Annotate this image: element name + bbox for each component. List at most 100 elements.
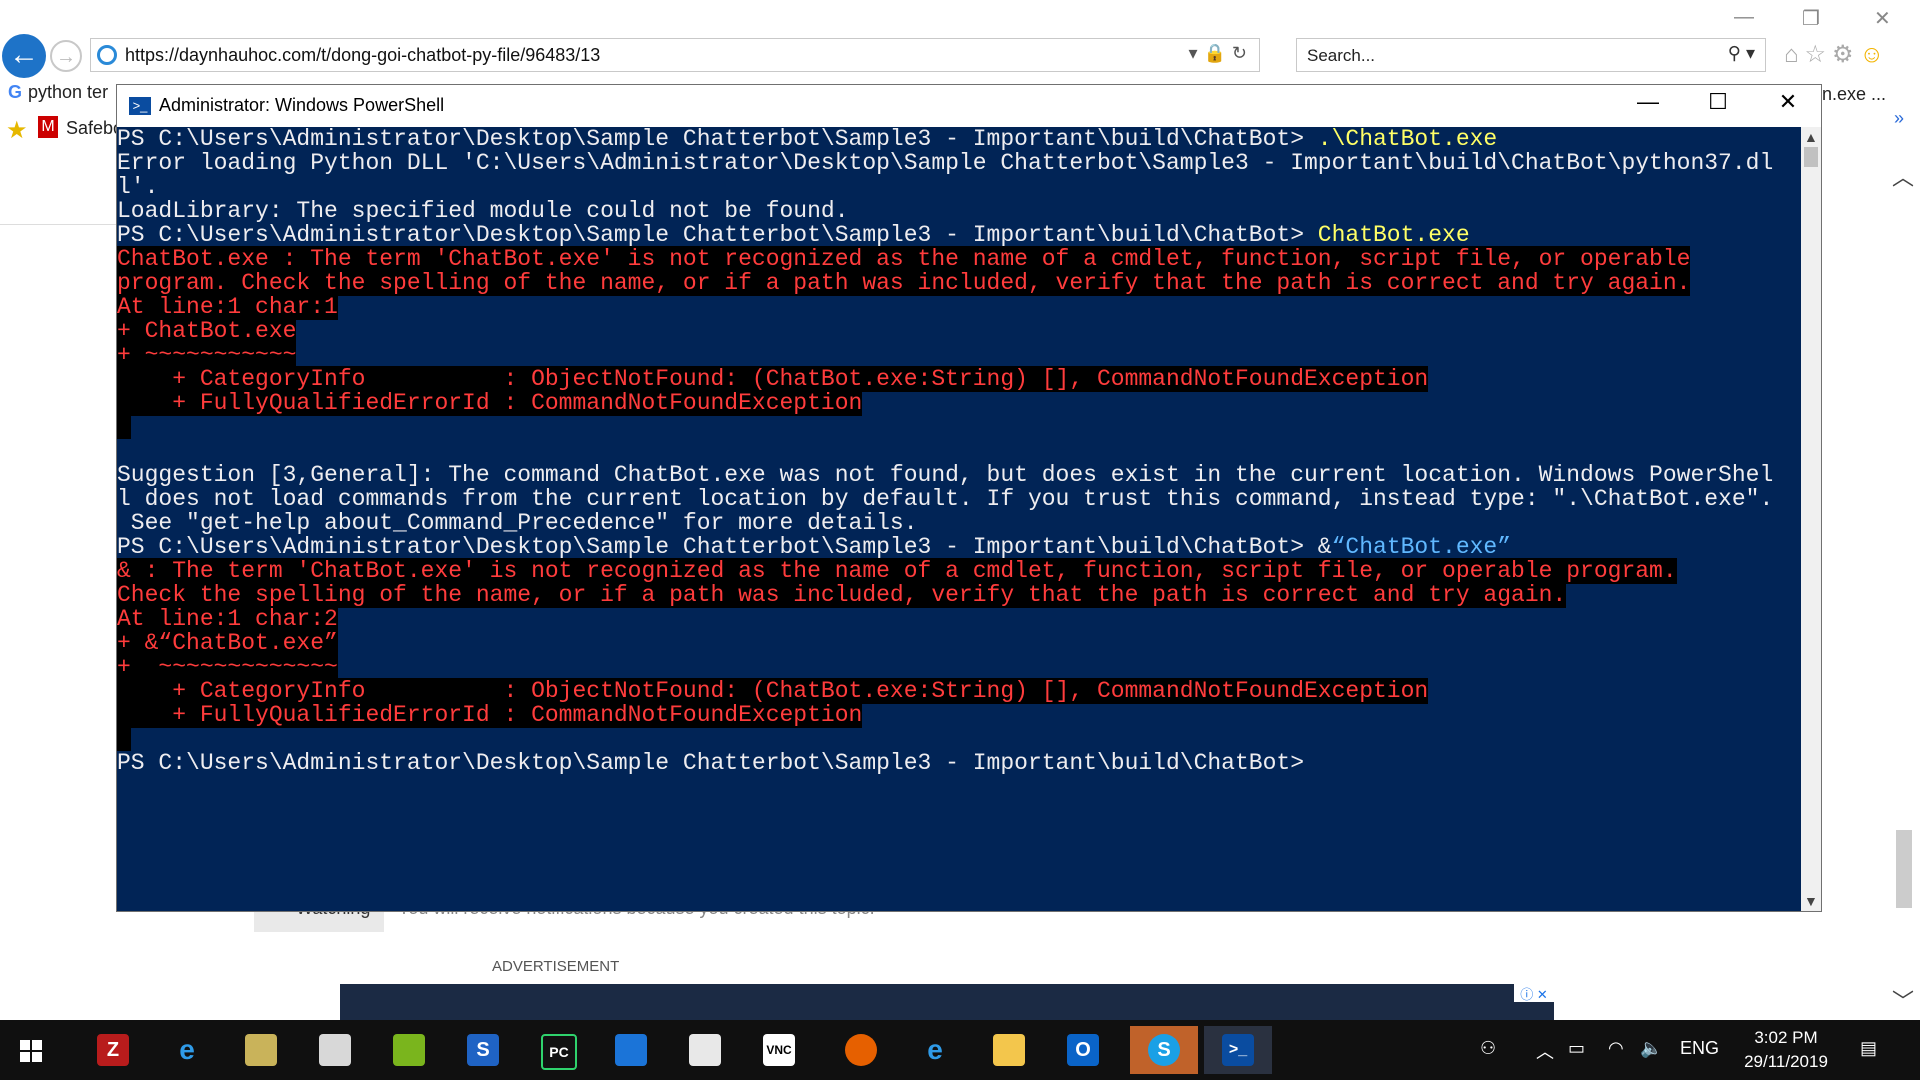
search-box[interactable]: Search... ⚲ ▾	[1296, 38, 1766, 72]
current-prompt[interactable]: PS C:\Users\Administrator\Desktop\Sample…	[117, 751, 1304, 775]
suggestion-line: l does not load commands from the curren…	[117, 486, 1774, 512]
file-explorer-icon	[993, 1034, 1025, 1066]
lock-icon[interactable]: 🔒	[1203, 43, 1231, 63]
console-scrollbar[interactable]: ▲ ▼	[1801, 127, 1821, 911]
forward-button[interactable]: →	[50, 40, 82, 72]
error-line: + ~~~~~~~~~~~~~	[117, 654, 338, 680]
taskbar-file-explorer[interactable]	[982, 1026, 1036, 1074]
edge-icon: e	[927, 1034, 943, 1065]
taskbar-pycharm[interactable]: PC	[530, 1026, 584, 1074]
console-line: PS C:\Users\Administrator\Desktop\Sample…	[117, 534, 1512, 560]
powershell-icon: >_	[1222, 1034, 1254, 1066]
close-button[interactable]: ✕	[1753, 89, 1823, 115]
favorite-safeboost[interactable]: Safebo	[66, 118, 123, 139]
arrow-left-icon: ←	[9, 38, 39, 71]
advertisement-label: ADVERTISEMENT	[492, 958, 620, 975]
clock-date: 29/11/2019	[1744, 1052, 1828, 1071]
internet-explorer-icon: e	[179, 1034, 195, 1065]
taskbar-winrar[interactable]	[234, 1026, 288, 1074]
suggestion-line: Suggestion [3,General]: The command Chat…	[117, 462, 1774, 488]
ad-close-icon[interactable]: ⓘ ✕	[1514, 984, 1554, 1002]
sourcetree-icon: S	[467, 1034, 499, 1066]
taskbar-firefox[interactable]	[834, 1026, 888, 1074]
feedback-smiley-icon[interactable]: ☺	[1860, 41, 1891, 68]
search-icon[interactable]: ⚲ ▾	[1728, 43, 1755, 64]
people-icon[interactable]: ⚇	[1480, 1038, 1496, 1059]
battery-icon[interactable]: ▭	[1568, 1038, 1585, 1059]
bluestacks-icon	[615, 1034, 647, 1066]
error-line: ChatBot.exe : The term 'ChatBot.exe' is …	[117, 246, 1691, 272]
error-line: + ChatBot.exe	[117, 318, 297, 344]
browser-restore-button[interactable]: ❐	[1802, 6, 1820, 31]
taskbar-vmware[interactable]	[382, 1026, 436, 1074]
dropdown-icon[interactable]: ▾	[1188, 43, 1203, 63]
scroll-up-icon[interactable]: ▲	[1804, 129, 1818, 145]
url-text[interactable]: https://daynhauhoc.com/t/dong-goi-chatbo…	[125, 45, 600, 66]
error-line: At line:1 char:2	[117, 606, 338, 632]
notifications-icon[interactable]: ▤	[1860, 1038, 1877, 1059]
winrar-icon	[245, 1034, 277, 1066]
taskbar: Z e S PC VNC e O S >_ ⚇ ︿ ▭ ◠ 🔈 ENG 3:02…	[0, 1020, 1920, 1080]
internet-explorer-icon	[97, 45, 117, 65]
wifi-icon[interactable]: ◠	[1608, 1038, 1624, 1059]
taskbar-skype[interactable]: S	[1130, 1026, 1198, 1074]
home-icon[interactable]: ⌂	[1784, 41, 1805, 68]
powershell-icon: >_	[129, 97, 151, 115]
taskbar-internet-explorer[interactable]: e	[160, 1026, 214, 1074]
browser-right-icons: ⌂☆⚙☺	[1784, 40, 1890, 69]
page-divider	[0, 224, 120, 225]
favorites-add-icon[interactable]: ★	[6, 116, 28, 145]
ad-banner[interactable]: ⓘ ✕	[340, 984, 1554, 1020]
tab-label: python ter	[28, 82, 109, 102]
tab-right[interactable]: n.exe ...	[1822, 84, 1886, 105]
chevron-up-icon[interactable]: ︿	[1536, 1038, 1554, 1064]
error-line: + CategoryInfo : ObjectNotFound: (ChatBo…	[117, 678, 1429, 704]
pycharm-icon: PC	[541, 1034, 577, 1070]
address-tools: ▾🔒↻	[1188, 43, 1253, 64]
error-line: + ~~~~~~~~~~~	[117, 342, 297, 368]
console-line: l'.	[117, 174, 159, 200]
page-scroll-up-icon[interactable]: ︿	[1892, 160, 1914, 192]
console-line: PS C:\Users\Administrator\Desktop\Sample…	[117, 222, 1470, 248]
browser-close-button[interactable]: ✕	[1874, 6, 1891, 31]
taskbar-filezilla[interactable]: Z	[86, 1026, 140, 1074]
browser-minimize-button[interactable]: —	[1734, 6, 1754, 29]
taskbar-edge[interactable]: e	[908, 1026, 962, 1074]
maximize-button[interactable]: ☐	[1683, 89, 1753, 115]
page-scroll-down-icon[interactable]: ﹀	[1892, 984, 1914, 1016]
powershell-titlebar[interactable]: >_ Administrator: Windows PowerShell — ☐…	[117, 85, 1821, 127]
volume-icon[interactable]: 🔈	[1640, 1038, 1662, 1059]
language-indicator[interactable]: ENG	[1680, 1038, 1719, 1059]
system-clock[interactable]: 3:02 PM 29/11/2019	[1738, 1026, 1834, 1074]
favorites-star-icon[interactable]: ☆	[1805, 41, 1833, 68]
error-line: + &“ChatBot.exe”	[117, 630, 338, 656]
taskbar-outlook[interactable]: O	[1056, 1026, 1110, 1074]
arrow-right-icon: →	[56, 46, 76, 68]
window-title: Administrator: Windows PowerShell	[159, 95, 445, 115]
outlook-icon: O	[1067, 1034, 1099, 1066]
console-output[interactable]: PS C:\Users\Administrator\Desktop\Sample…	[117, 127, 1801, 911]
taskbar-pdf-editor[interactable]	[678, 1026, 732, 1074]
filezilla-icon: Z	[97, 1034, 129, 1066]
taskbar-bluestacks[interactable]	[604, 1026, 658, 1074]
tab-google[interactable]: Gpython ter	[8, 82, 108, 103]
scrollbar-thumb[interactable]	[1804, 147, 1818, 167]
back-button[interactable]: ←	[2, 34, 46, 78]
taskbar-sourcetree[interactable]: S	[456, 1026, 510, 1074]
taskbar-powershell[interactable]: >_	[1204, 1026, 1272, 1074]
vmware-icon	[393, 1034, 425, 1066]
refresh-icon[interactable]: ↻	[1232, 43, 1253, 63]
scroll-down-icon[interactable]: ▼	[1804, 893, 1818, 909]
address-bar[interactable]: https://daynhauhoc.com/t/dong-goi-chatbo…	[90, 38, 1260, 72]
powershell-window: >_ Administrator: Windows PowerShell — ☐…	[116, 84, 1822, 912]
search-input[interactable]: Search...	[1307, 46, 1375, 66]
page-scrollbar-thumb[interactable]	[1896, 830, 1912, 908]
console-line: PS C:\Users\Administrator\Desktop\Sample…	[117, 127, 1498, 152]
minimize-button[interactable]: —	[1613, 89, 1683, 115]
taskbar-notepad[interactable]	[308, 1026, 362, 1074]
taskbar-vnc[interactable]: VNC	[752, 1026, 806, 1074]
settings-gear-icon[interactable]: ⚙	[1832, 41, 1860, 68]
error-line: & : The term 'ChatBot.exe' is not recogn…	[117, 558, 1677, 584]
chevron-double-right-icon[interactable]: »	[1894, 108, 1904, 129]
error-line: + CategoryInfo : ObjectNotFound: (ChatBo…	[117, 366, 1429, 392]
